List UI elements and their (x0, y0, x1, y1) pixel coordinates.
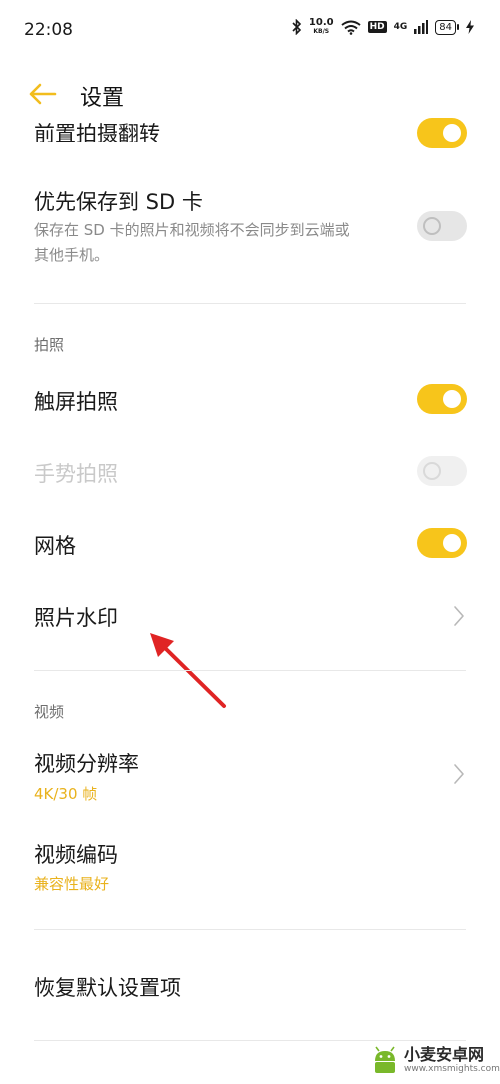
divider (34, 303, 466, 304)
battery-icon: 84 (435, 19, 459, 35)
net-speed-unit: KB/S (313, 28, 330, 35)
network-type-label: 4G (393, 22, 408, 32)
status-bar: 22:08 10.0 KB/S HD 4G 84 (0, 0, 500, 60)
chevron-right-icon (454, 764, 464, 784)
signal-bars-icon (414, 20, 429, 34)
watermark-url: www.xmsmights.com (404, 1064, 500, 1074)
gesture-shoot-label: 手势拍照 (34, 462, 118, 486)
save-sd-label: 优先保存到 SD 卡 (34, 190, 203, 214)
battery-level: 84 (435, 19, 456, 35)
grid-label: 网格 (34, 534, 76, 558)
wifi-icon (340, 20, 361, 35)
front-flip-label: 前置拍摄翻转 (34, 122, 160, 142)
charging-icon (466, 20, 474, 34)
chevron-right-icon (454, 606, 464, 626)
net-speed-value: 10.0 (308, 17, 334, 28)
save-sd-toggle[interactable] (417, 211, 467, 241)
photo-watermark-item[interactable]: 照片水印 (34, 602, 118, 632)
gesture-shoot-toggle (417, 456, 467, 486)
site-watermark: 小麦安卓网 www.xmsmights.com (370, 1045, 500, 1075)
android-logo-icon (375, 1046, 395, 1073)
touch-shoot-toggle[interactable] (417, 384, 467, 414)
hd-badge: HD (367, 21, 387, 33)
video-resolution-value: 4K/30 帧 (34, 785, 98, 803)
video-codec-value: 兼容性最好 (34, 875, 110, 893)
bluetooth-icon (292, 19, 302, 35)
divider (34, 670, 466, 671)
grid-toggle[interactable] (417, 528, 467, 558)
status-time: 22:08 (24, 20, 73, 40)
section-label-video: 视频 (34, 703, 65, 721)
back-arrow-icon[interactable] (26, 80, 58, 108)
divider (34, 929, 466, 930)
touch-shoot-label: 触屏拍照 (34, 390, 118, 414)
front-flip-toggle[interactable] (417, 118, 467, 148)
watermark-name: 小麦安卓网 (404, 1045, 485, 1064)
page-title: 设置 (80, 86, 125, 111)
section-label-photo: 拍照 (34, 336, 65, 354)
net-speed-indicator: 10.0 KB/S (309, 18, 334, 36)
divider (34, 1040, 466, 1041)
restore-defaults-button[interactable]: 恢复默认设置项 (34, 972, 181, 1002)
video-resolution-item[interactable]: 视频分辨率 (34, 748, 139, 778)
save-sd-description: 保存在 SD 卡的照片和视频将不会同步到云端或 其他手机。 (34, 221, 350, 264)
status-icons: 10.0 KB/S HD 4G 84 (292, 18, 474, 36)
video-codec-item[interactable]: 视频编码 (34, 839, 118, 869)
